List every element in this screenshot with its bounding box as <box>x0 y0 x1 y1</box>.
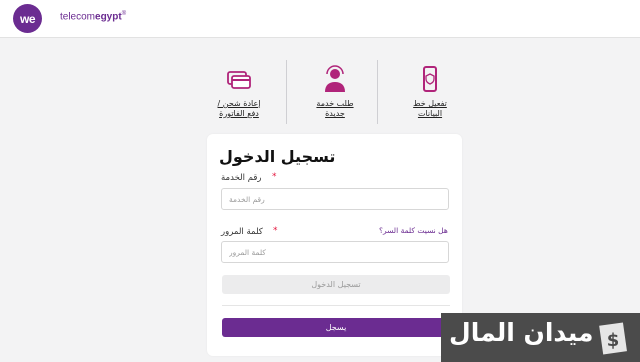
service-new-request[interactable]: طلب خدمة جديدة <box>295 58 375 128</box>
password-label: كلمة المرور <box>221 227 263 237</box>
service-number-input[interactable] <box>221 188 449 210</box>
quick-services: تفعيل خط البيانات طلب خدمة جديدة إعادة ش… <box>200 58 470 128</box>
password-input[interactable] <box>221 241 449 263</box>
service-label-line1: طلب خدمة <box>316 99 354 108</box>
watermark-banner: $ ميدان المال <box>441 313 640 362</box>
login-title: تسجيل الدخول <box>219 147 336 166</box>
telecom-egypt-brand: telecomegypt® <box>60 11 127 23</box>
login-card: تسجيل الدخول * رقم الخدمة * كلمة المرور … <box>207 134 462 356</box>
money-document-icon: $ <box>599 322 627 355</box>
service-label-line1: إعادة شحن / <box>217 99 261 108</box>
cards-icon <box>227 71 251 89</box>
required-marker: * <box>272 172 277 182</box>
svg-text:$: $ <box>607 330 620 351</box>
services-divider <box>377 60 378 124</box>
divider <box>222 305 450 306</box>
top-header: we telecomegypt® <box>0 0 640 38</box>
service-number-label: رقم الخدمة <box>221 173 262 183</box>
watermark-text: ميدان المال <box>449 318 594 347</box>
service-label-line2: دفع الفاتورة <box>219 109 259 118</box>
service-recharge-pay-bill[interactable]: إعادة شحن / دفع الفاتورة <box>199 58 279 128</box>
service-label-line2: البيانات <box>417 109 443 118</box>
register-button[interactable]: يسجل <box>222 318 450 337</box>
required-marker: * <box>273 226 278 236</box>
services-divider <box>286 60 287 124</box>
login-button[interactable]: تسجيل الدخول <box>222 275 450 294</box>
service-label-line1: تفعيل خط <box>413 99 447 108</box>
service-label-line2: جديدة <box>325 109 345 118</box>
we-logo[interactable]: we <box>13 4 42 33</box>
person-agent-icon <box>325 65 345 92</box>
phone-shield-icon <box>423 66 437 92</box>
forgot-password-link[interactable]: هل نسيت كلمة السر؟ <box>379 226 448 235</box>
service-activate-data-line[interactable]: تفعيل خط البيانات <box>390 58 470 128</box>
